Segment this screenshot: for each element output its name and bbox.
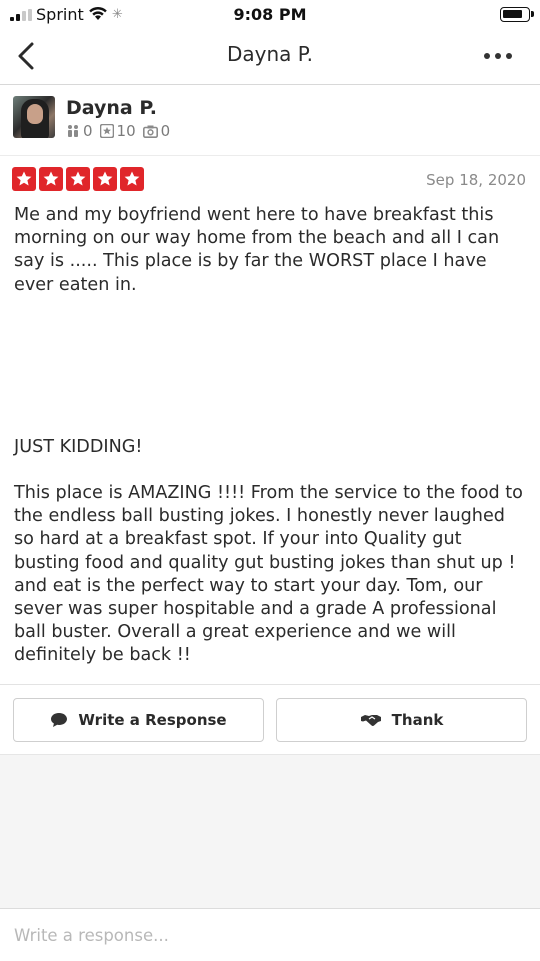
review-paragraph: Me and my boyfriend went here to have br…	[14, 205, 500, 295]
reviews-count: 10	[116, 122, 136, 140]
star-icon	[93, 167, 117, 191]
star-rating	[12, 167, 144, 191]
review-text: Me and my boyfriend went here to have br…	[14, 204, 528, 668]
reviewer-name[interactable]: Dayna P.	[66, 97, 157, 119]
page-title: Dayna P.	[226, 42, 314, 66]
write-response-label: Write a Response	[78, 711, 227, 729]
reviewer-header[interactable]: Dayna P. 0 10 0	[0, 85, 540, 156]
write-response-button[interactable]: Write a Response	[13, 698, 264, 742]
star-icon	[66, 167, 90, 191]
friends-icon	[68, 125, 78, 137]
friends-count: 0	[83, 122, 93, 140]
thank-button[interactable]: Thank	[276, 698, 527, 742]
photos-count: 0	[160, 122, 171, 140]
more-options-icon[interactable]	[478, 40, 518, 70]
empty-responses-area	[0, 754, 540, 909]
star-icon	[12, 167, 36, 191]
battery-icon	[500, 7, 534, 22]
friends-stat: 0	[66, 122, 93, 140]
clock-time: 9:08 PM	[233, 5, 307, 24]
thank-label: Thank	[391, 711, 444, 729]
avatar[interactable]	[13, 96, 55, 138]
review-actions: Write a Response Thank	[0, 684, 540, 755]
response-composer	[0, 908, 540, 961]
review-date: Sep 18, 2020	[426, 171, 526, 189]
camera-icon	[142, 125, 158, 138]
review-paragraph: This place is AMAZING !!!! From the serv…	[14, 483, 523, 666]
photos-stat: 0	[142, 122, 171, 140]
reviews-stat: 10	[99, 122, 136, 140]
navigation-bar: Dayna P.	[0, 30, 540, 85]
star-icon	[120, 167, 144, 191]
response-input[interactable]	[12, 919, 526, 951]
review-paragraph: JUST KIDDING!	[14, 436, 143, 457]
review-star-icon	[99, 124, 114, 138]
handshake-icon	[360, 715, 381, 727]
reviewer-stats: 0 10 0	[66, 122, 170, 140]
status-bar: Sprint ✳ 9:08 PM	[0, 0, 540, 30]
star-icon	[39, 167, 63, 191]
speech-bubble-icon	[51, 713, 68, 727]
